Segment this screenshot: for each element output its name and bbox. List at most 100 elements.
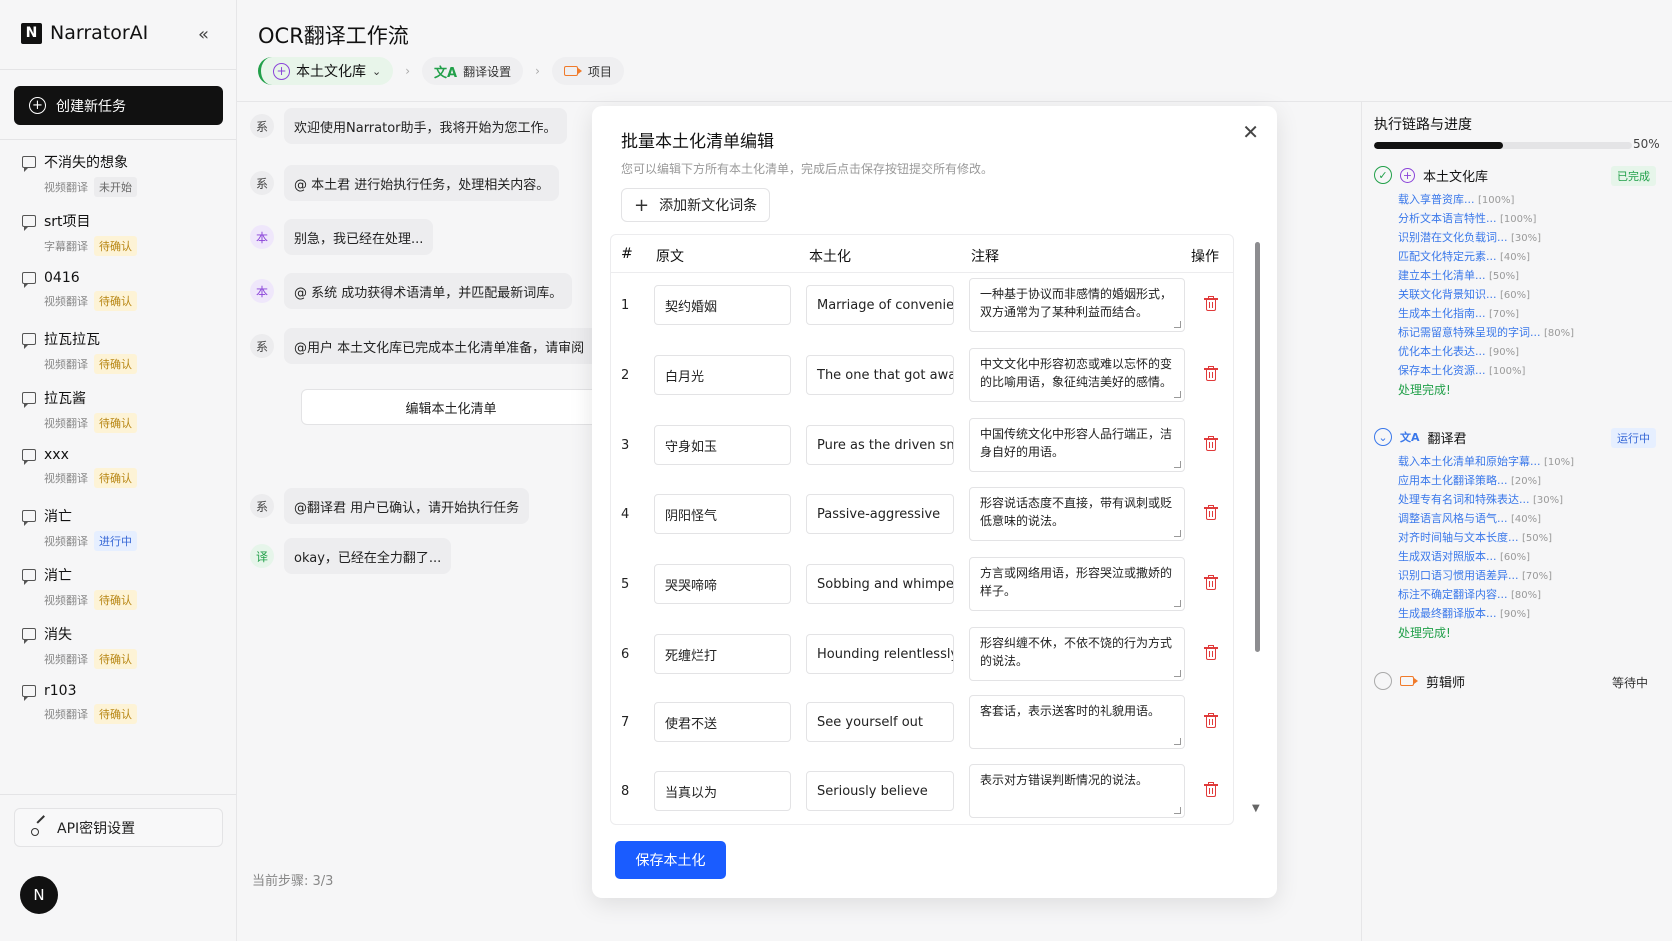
delete-trash-icon[interactable] — [1204, 436, 1218, 452]
step-text: 载入享普资库... — [1398, 193, 1475, 206]
collapse-sidebar-icon[interactable]: « — [198, 24, 209, 45]
task-item[interactable]: 0416 视频翻译 待确认 — [22, 270, 222, 329]
note-textarea[interactable]: 表示对方错误判断情况的说法。 — [969, 764, 1185, 818]
chat-icon — [22, 272, 36, 288]
step-percent: [30%] — [1511, 233, 1542, 244]
create-task-label: 创建新任务 — [56, 98, 126, 115]
message-text: 别急，我已经在处理... — [284, 219, 434, 255]
task-item[interactable]: srt项目 字幕翻译 待确认 — [22, 211, 222, 270]
agent-editor: 剪辑师 等待中 — [1374, 670, 1664, 692]
chevron-right-icon: › — [405, 64, 411, 78]
task-item[interactable]: 不消失的想象 视频翻译 未开始 — [22, 152, 222, 211]
note-textarea[interactable]: 形容说话态度不直接，带有讽刺或贬低意味的说法。 — [969, 487, 1185, 541]
agent-step-item: 应用本土化翻译策略... [20%] — [1398, 471, 1664, 490]
scroll-down-icon[interactable]: ▼ — [1252, 803, 1260, 814]
source-term-input[interactable]: 使君不送 — [654, 702, 791, 742]
task-name: 拉瓦酱 — [44, 391, 86, 407]
localized-term-input[interactable]: Seriously believe — [806, 771, 954, 811]
table-row: 1 契约婚姻 Marriage of convenie 一种基于协议而非感情的婚姻形式… — [611, 274, 1233, 336]
task-item[interactable]: 消失 视频翻译 待确认 — [22, 624, 222, 683]
scrollbar[interactable] — [1255, 242, 1260, 652]
task-type: 视频翻译 — [44, 535, 88, 548]
note-textarea[interactable]: 中国传统文化中形容人品行端正，洁身自好的用语。 — [969, 418, 1185, 472]
chat-icon — [22, 215, 36, 231]
agent-step-list: 载入本土化清单和原始字幕... [10%] 应用本土化翻译策略... [20%] 处… — [1398, 452, 1664, 643]
message-text: @ 系统 成功获得术语清单，并匹配最新词库。 — [284, 273, 573, 309]
step-percent: [70%] — [1489, 309, 1520, 320]
agent-name: 翻译君 — [1427, 431, 1467, 447]
chevron-down-circle-icon: ⌄ — [1374, 428, 1392, 446]
delete-trash-icon[interactable] — [1204, 782, 1218, 798]
source-term-input[interactable]: 守身如玉 — [654, 425, 791, 465]
agent-step-item: 关联文化背景知识... [60%] — [1398, 285, 1664, 304]
task-item[interactable]: 拉瓦酱 视频翻译 待确认 — [22, 388, 222, 447]
note-textarea[interactable]: 形容纠缠不休，不依不饶的行为方式的说法。 — [969, 627, 1185, 681]
source-term-input[interactable]: 契约婚姻 — [654, 285, 791, 325]
status-badge: 待确认 — [94, 590, 137, 610]
note-textarea[interactable]: 一种基于协议而非感情的婚姻形式，双方通常为了某种利益而结合。 — [969, 278, 1185, 332]
note-textarea[interactable]: 方言或网络用语，形容哭泣或撒娇的样子。 — [969, 557, 1185, 611]
add-term-button[interactable]: + 添加新文化词条 — [621, 188, 771, 222]
status-badge: 待确认 — [94, 354, 137, 374]
step-percent: [40%] — [1511, 514, 1542, 525]
source-term-input[interactable]: 死缠烂打 — [654, 634, 791, 674]
agent-header[interactable]: ⌄ 文A 翻译君 运行中 — [1374, 426, 1664, 448]
note-textarea[interactable]: 中文文化中形容初恋或难以忘怀的变的比喻用语，象征纯洁美好的感情。 — [969, 348, 1185, 402]
table-row: 3 守身如玉 Pure as the driven sn 中国传统文化中形容人品行端正… — [611, 414, 1233, 476]
chat-message: 译 okay，已经在全力翻了... — [250, 538, 452, 574]
localized-term-input[interactable]: The one that got awa — [806, 355, 954, 395]
agent-header[interactable]: 剪辑师 等待中 — [1374, 670, 1664, 692]
plus-circle-icon: + — [1400, 167, 1415, 183]
localized-term-input[interactable]: Pure as the driven sn — [806, 425, 954, 465]
step-percent: [50%] — [1522, 533, 1553, 544]
task-item[interactable]: 消亡 视频翻译 进行中 — [22, 506, 222, 565]
localized-term-input[interactable]: Hounding relentlessly — [806, 634, 954, 674]
delete-trash-icon[interactable] — [1204, 296, 1218, 312]
localized-term-input[interactable]: See yourself out — [806, 702, 954, 742]
task-item[interactable]: r103 视频翻译 待确认 — [22, 683, 222, 742]
agent-step-item: 处理专有名词和特殊表达... [30%] — [1398, 490, 1664, 509]
close-icon[interactable]: ✕ — [1242, 120, 1259, 144]
save-localization-button[interactable]: 保存本土化 — [615, 841, 726, 879]
task-item[interactable]: 消亡 视频翻译 待确认 — [22, 565, 222, 624]
localized-term-input[interactable]: Passive-aggressive — [806, 494, 954, 534]
agent-header[interactable]: ✓ + 本土文化库 已完成 — [1374, 164, 1664, 186]
chat-message: 本 @ 系统 成功获得术语清单，并匹配最新词库。 — [250, 273, 573, 309]
step-project[interactable]: 项目 — [551, 57, 624, 85]
divider — [0, 69, 236, 70]
api-key-settings-button[interactable]: API密钥设置 — [14, 808, 223, 847]
task-type: 视频翻译 — [44, 472, 88, 485]
sidebar: N NarratorAI « + 创建新任务 不消失的想象 视频翻译 未开始 sr… — [0, 0, 237, 941]
create-task-button[interactable]: + 创建新任务 — [14, 86, 223, 125]
delete-trash-icon[interactable] — [1204, 645, 1218, 661]
translate-icon: 文A — [434, 65, 458, 81]
delete-trash-icon[interactable] — [1204, 575, 1218, 591]
user-avatar[interactable]: N — [20, 876, 58, 914]
delete-trash-icon[interactable] — [1204, 713, 1218, 729]
source-term-input[interactable]: 白月光 — [654, 355, 791, 395]
divider — [0, 139, 236, 140]
delete-trash-icon[interactable] — [1204, 505, 1218, 521]
localized-term-input[interactable]: Sobbing and whimpe — [806, 564, 954, 604]
chat-message: 系 @翻译君 用户已确认，请开始执行任务 — [250, 488, 530, 524]
chevron-down-icon: ⌄ — [372, 64, 382, 78]
brand-logo: N — [21, 22, 42, 44]
edit-localization-list-button[interactable]: 编辑本土化清单 — [301, 389, 601, 425]
api-key-label: API密钥设置 — [57, 820, 136, 837]
delete-trash-icon[interactable] — [1204, 366, 1218, 382]
localized-term-input[interactable]: Marriage of convenie — [806, 285, 954, 325]
agent-step-item: 分析文本语言特性... [100%] — [1398, 209, 1664, 228]
note-textarea[interactable]: 客套话，表示送客时的礼貌用语。 — [969, 695, 1185, 749]
source-term-input[interactable]: 哭哭啼啼 — [654, 564, 791, 604]
task-name: 拉瓦拉瓦 — [44, 332, 100, 348]
source-term-input[interactable]: 阴阳怪气 — [654, 494, 791, 534]
step-local-culture[interactable]: + 本土文化库 ⌄ — [258, 57, 394, 85]
source-term-input[interactable]: 当真以为 — [654, 771, 791, 811]
task-name: xxx — [44, 447, 69, 463]
task-type: 视频翻译 — [44, 295, 88, 308]
task-item[interactable]: xxx 视频翻译 待确认 — [22, 447, 222, 506]
agent-step-item: 载入本土化清单和原始字幕... [10%] — [1398, 452, 1664, 471]
task-item[interactable]: 拉瓦拉瓦 视频翻译 待确认 — [22, 329, 222, 388]
progress-bar — [1374, 142, 1632, 149]
step-translate-settings[interactable]: 文A 翻译设置 — [422, 57, 524, 85]
